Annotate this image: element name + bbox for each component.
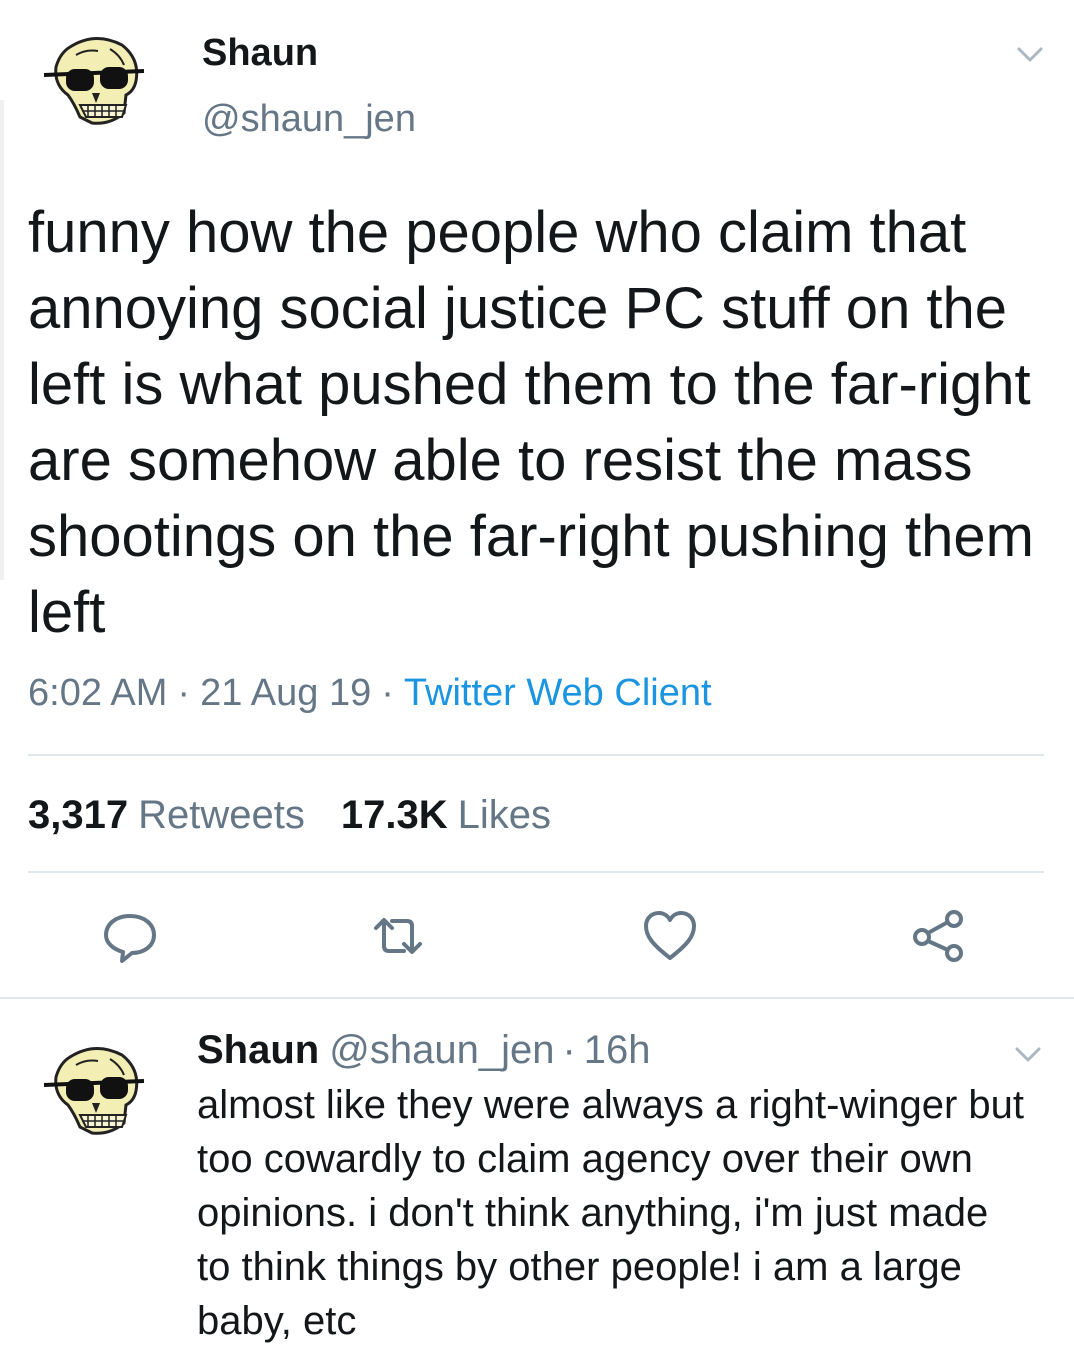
display-name[interactable]: Shaun [202,32,318,75]
reply-header: Shaun @shaun_jen · 16h [197,1028,651,1073]
likes-label: Likes [457,793,551,837]
divider [28,754,1044,756]
retweet-button[interactable] [368,906,428,966]
tweet-meta: 6:02 AM · 21 Aug 19 · Twitter Web Client [28,672,712,715]
skull-with-sunglasses-icon [43,1047,145,1135]
reply-display-name[interactable]: Shaun [197,1028,319,1072]
speech-bubble-icon [104,914,156,963]
retweet-icon [374,918,422,954]
client-link[interactable]: Twitter Web Client [404,672,712,714]
share-button[interactable] [908,906,968,966]
tweet-date: 21 Aug 19 [200,672,372,714]
reply-text: almost like they were always a right-win… [197,1083,1025,1343]
reply-time[interactable]: 16h [584,1028,651,1072]
divider [0,997,1074,999]
likes-stat[interactable]: 17.3K Likes [341,793,551,837]
retweets-count: 3,317 [28,793,129,837]
retweets-stat[interactable]: 3,317 Retweets [28,793,305,837]
like-button[interactable] [640,906,700,966]
tweet-text: funny how the people who claim that anno… [28,200,1034,645]
heart-icon [644,911,696,960]
main-tweet: Shaun @shaun_jen funny how the people wh… [0,0,1074,1000]
share-icon [913,910,963,962]
tweet-stats: 3,317 Retweets 17.3K Likes [28,793,551,838]
divider [28,871,1044,873]
retweets-label: Retweets [138,793,305,837]
meta-separator: · [177,672,191,714]
reply-avatar[interactable] [40,1035,150,1145]
avatar[interactable] [40,25,150,135]
chevron-down-icon[interactable] [1014,1040,1042,1068]
reply-button[interactable] [100,906,160,966]
meta-separator: · [381,672,394,714]
user-handle[interactable]: @shaun_jen [202,98,416,141]
likes-count: 17.3K [340,793,448,837]
reply-separator: · [562,1028,576,1072]
skull-with-sunglasses-icon [43,37,145,125]
tweet-time: 6:02 AM [28,672,168,714]
reply-handle[interactable]: @shaun_jen [329,1028,554,1072]
chevron-down-icon[interactable] [1016,40,1044,68]
